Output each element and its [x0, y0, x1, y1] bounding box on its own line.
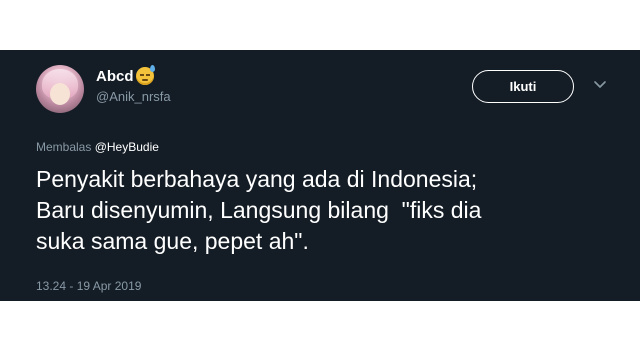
tweet-timestamp[interactable]: 13.24 - 19 Apr 2019	[36, 279, 141, 293]
user-handle[interactable]: @Anik_nrsfa	[96, 89, 171, 104]
display-name-row[interactable]: Abcd	[96, 65, 155, 85]
user-info: Abcd @Anik_nrsfa	[96, 65, 171, 104]
tweet-text: Penyakit berbahaya yang ada di Indonesia…	[36, 166, 482, 254]
emoji-sweat-drop	[149, 65, 155, 72]
emoji-mouth	[141, 79, 148, 81]
reply-mention-link[interactable]: @HeyBudie	[95, 140, 159, 154]
reply-context: Membalas @HeyBudie	[36, 140, 159, 154]
tweet-card: Abcd @Anik_nrsfa Ikuti Membalas @HeyBudi…	[0, 50, 640, 301]
display-name[interactable]: Abcd	[96, 68, 134, 85]
avatar[interactable]	[36, 65, 84, 113]
avatar-face	[50, 83, 70, 105]
chevron-down-icon[interactable]	[593, 78, 607, 92]
reply-prefix: Membalas	[36, 140, 92, 154]
follow-button[interactable]: Ikuti	[472, 70, 574, 103]
sad-sweat-emoji-icon	[135, 65, 155, 85]
